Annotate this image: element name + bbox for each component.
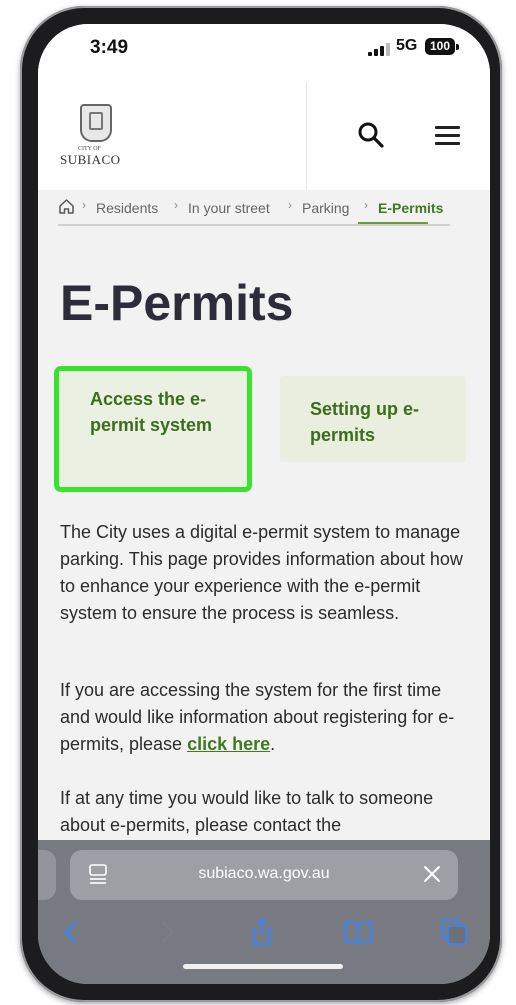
bookmarks-icon[interactable] <box>342 916 374 948</box>
tile-label: Setting up e-permits <box>310 399 419 445</box>
battery-tip <box>456 44 459 50</box>
intro-paragraph: The City uses a digital e-permit system … <box>60 522 463 623</box>
close-icon[interactable] <box>420 862 444 886</box>
previous-tab-preview[interactable] <box>38 850 56 900</box>
address-bar[interactable]: subiaco.wa.gov.au <box>70 850 458 900</box>
crest-icon <box>80 104 112 142</box>
breadcrumb-residents[interactable]: Residents <box>96 200 158 216</box>
breadcrumb-current: E-Permits <box>378 200 444 216</box>
site-header: CITY OF SUBIACO <box>38 82 490 190</box>
breadcrumb-parking[interactable]: Parking <box>302 200 349 216</box>
header-divider <box>306 82 307 190</box>
back-icon[interactable] <box>56 916 88 948</box>
home-icon[interactable] <box>58 198 75 218</box>
status-bar: 3:49 5G 100 <box>38 24 490 82</box>
tile-label: Access the e-permit system <box>90 389 213 435</box>
logo-text: SUBIACO <box>60 152 121 167</box>
access-e-permit-tile[interactable]: Access the e-permit system <box>54 366 252 492</box>
registration-end: . <box>270 734 276 754</box>
breadcrumb-current-underline <box>358 222 428 224</box>
click-here-link[interactable]: click here <box>187 734 270 754</box>
page-title: E-Permits <box>60 275 294 331</box>
browser-toolbar <box>38 912 490 952</box>
battery-icon: 100 <box>425 38 455 55</box>
breadcrumb-separator: › <box>364 198 368 212</box>
signal-icon <box>368 42 392 56</box>
setting-up-e-permits-tile[interactable]: Setting up e-permits <box>280 376 466 462</box>
share-icon[interactable] <box>246 916 278 948</box>
contact-paragraph: If at any time you would like to talk to… <box>60 788 434 835</box>
breadcrumb-separator: › <box>174 198 178 212</box>
city-logo[interactable]: CITY OF SUBIACO <box>56 104 130 168</box>
registration-paragraph: If you are accessing the system for the … <box>60 677 470 758</box>
breadcrumb-in-your-street[interactable]: In your street <box>188 200 270 216</box>
search-icon[interactable] <box>356 120 386 150</box>
forward-icon[interactable] <box>150 916 182 948</box>
browser-bottom-bar: subiaco.wa.gov.au <box>38 840 490 984</box>
hamburger-menu-icon[interactable] <box>432 122 464 150</box>
tabs-icon[interactable] <box>438 916 470 948</box>
phone-screen: 3:49 5G 100 CITY OF SUBIACO › Residents … <box>38 24 490 984</box>
status-time: 3:49 <box>90 37 129 58</box>
breadcrumb-separator: › <box>288 198 292 212</box>
url-text: subiaco.wa.gov.au <box>198 865 330 882</box>
home-indicator[interactable] <box>183 964 343 969</box>
network-label: 5G <box>396 37 418 54</box>
breadcrumb-separator: › <box>82 198 86 212</box>
